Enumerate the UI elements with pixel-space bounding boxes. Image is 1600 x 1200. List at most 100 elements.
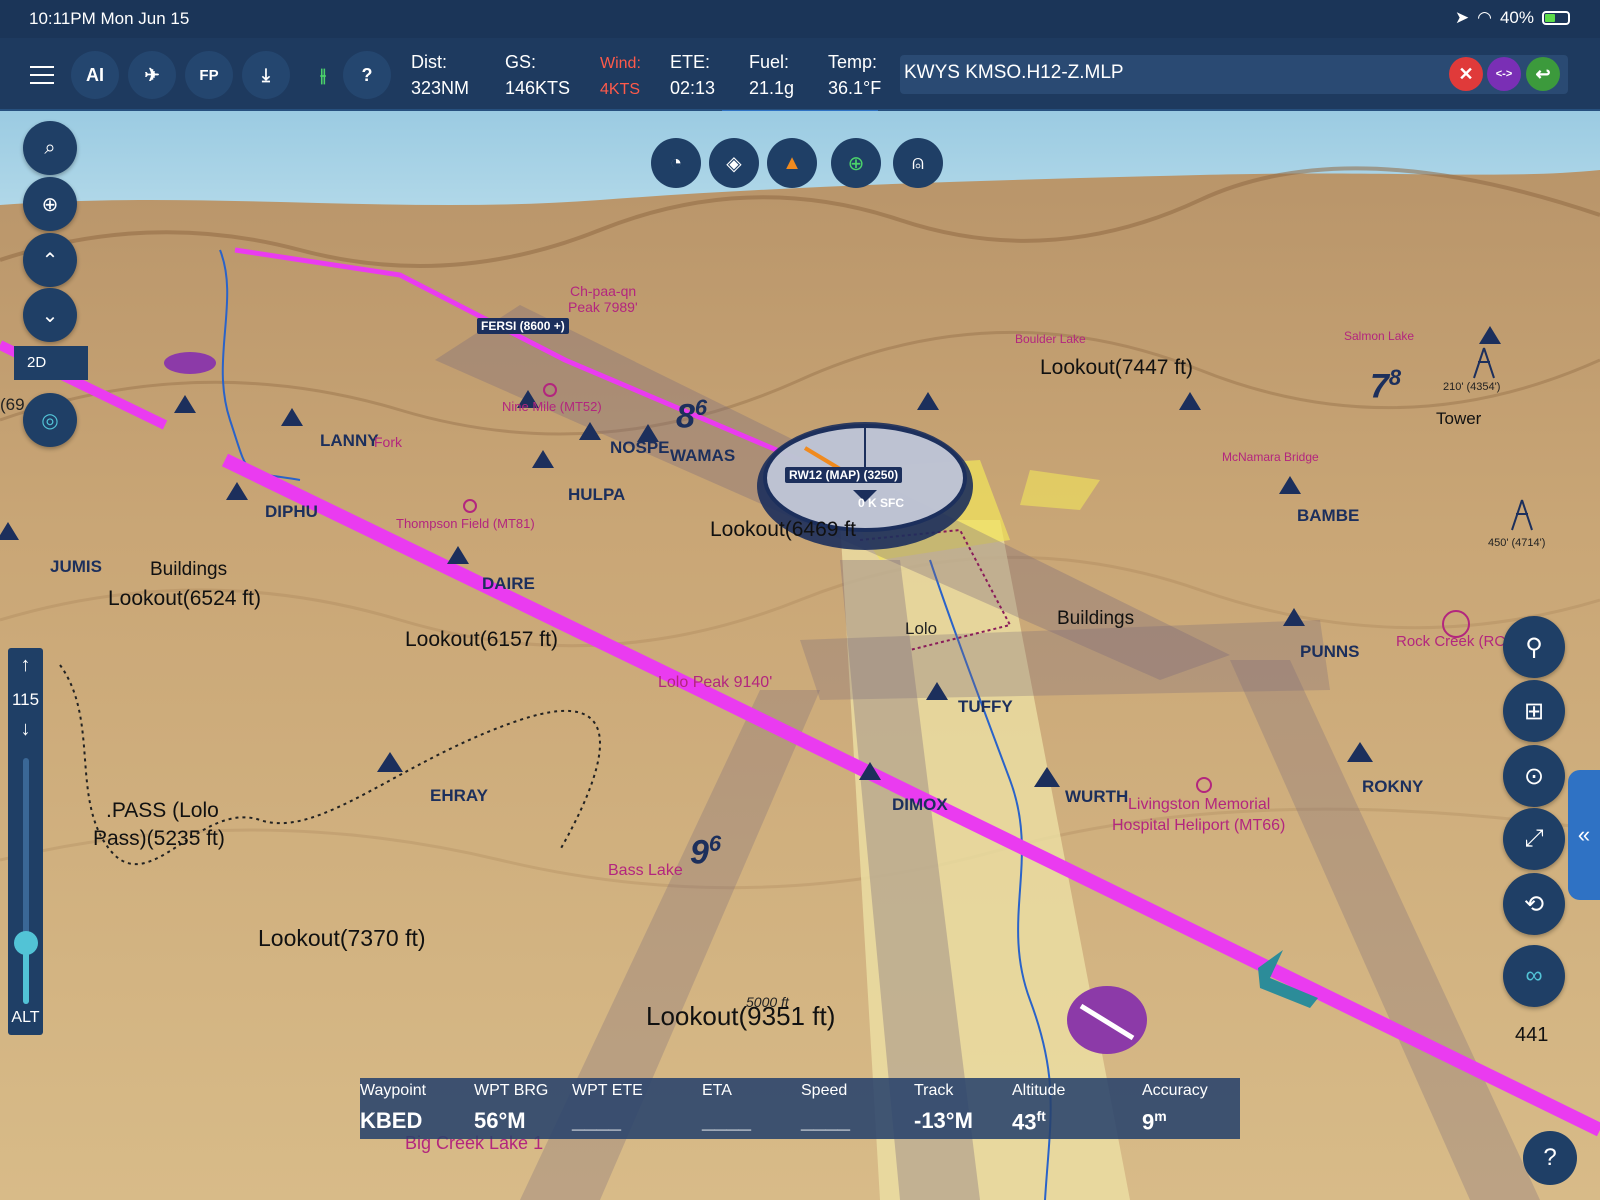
adsb-icon[interactable]: ⍝ xyxy=(893,138,943,188)
fix-jumis: JUMIS xyxy=(50,557,102,576)
fix-rokny: ROKNY xyxy=(1362,777,1424,796)
clear-route-icon[interactable]: ✕ xyxy=(1449,57,1483,91)
airplane-icon[interactable]: ✈ xyxy=(128,51,176,99)
arrow-down-icon[interactable]: ↓ xyxy=(8,718,43,741)
status-bar: 10:11PM Mon Jun 15 ➤ ◠ 40% xyxy=(0,0,1600,38)
altitude-track[interactable] xyxy=(23,758,29,1004)
center-target-icon[interactable]: ⊕ xyxy=(831,138,881,188)
info-wpt-brg: WPT BRG 56°M xyxy=(474,1082,549,1133)
label-rock-creek: Rock Creek (RC xyxy=(1396,633,1506,650)
view-mode-2d-button[interactable]: 2D xyxy=(14,346,88,380)
location-arrow-icon: ➤ xyxy=(1454,8,1470,27)
ete-stat: ETE: 02:13 xyxy=(670,49,715,101)
ete-label: ETE: xyxy=(670,52,711,72)
info-speed: Speed ____ xyxy=(801,1082,850,1133)
reverse-route-button[interactable]: <-> xyxy=(1487,57,1521,91)
fix-nospe: NOSPE xyxy=(610,438,670,457)
gs-value: 146KTS xyxy=(505,78,571,98)
map-pin-icon[interactable]: ⚲ xyxy=(1503,616,1565,678)
label-fork: Fork xyxy=(374,434,402,450)
info-track: Track -13°M xyxy=(914,1082,973,1133)
terrain xyxy=(0,170,1600,1200)
label-chpaa-2: Peak 7989' xyxy=(568,299,638,315)
track-up-icon[interactable]: ▲ xyxy=(767,138,817,188)
label-tower-210: 210' (4354') xyxy=(1443,381,1501,393)
help-button-icon[interactable]: ? xyxy=(1523,1131,1577,1185)
procedure-icon[interactable]: ⊞ xyxy=(1503,680,1565,742)
label-lookout-6524: Lookout(6524 ft) xyxy=(108,587,261,610)
route-text: KWYS KMSO.H12-Z.MLP xyxy=(904,62,1124,83)
menu-icon[interactable] xyxy=(30,66,54,90)
ete-value: 02:13 xyxy=(670,78,716,98)
info-accuracy: Accuracy 9m xyxy=(1142,1082,1208,1135)
layers-icon[interactable]: ◈ xyxy=(709,138,759,188)
ai-button[interactable]: AI xyxy=(71,51,119,99)
fix-hulpa: HULPA xyxy=(568,485,626,504)
mef-96: 96 xyxy=(690,831,722,872)
temp-value: 36.1°F xyxy=(828,78,882,98)
label-tower: Tower xyxy=(1436,409,1482,428)
label-mcnamara-bridge: McNamara Bridge xyxy=(1222,450,1319,464)
wind-value: 4KTS xyxy=(600,81,641,98)
label-thompson-field: Thompson Field (MT81) xyxy=(396,516,535,531)
battery-icon xyxy=(1542,11,1570,25)
arrow-up-icon[interactable]: ↑ xyxy=(8,654,43,677)
label-lookout-7370: Lookout(7370 ft) xyxy=(258,925,426,951)
dist-stat: Dist: 323NM xyxy=(411,49,469,101)
temp-label: Temp: xyxy=(828,52,878,72)
label-lookout-7447: Lookout(7447 ft) xyxy=(1040,356,1193,379)
help-icon[interactable]: ? xyxy=(343,51,391,99)
status-time: 10:11PM Mon Jun 15 xyxy=(29,9,190,28)
links-icon[interactable]: ∞ xyxy=(1503,945,1565,1007)
label-bass-lake: Bass Lake xyxy=(608,862,683,879)
tilt-down-icon[interactable]: ⌄ xyxy=(23,288,77,342)
enter-icon[interactable]: ↩ xyxy=(1526,57,1560,91)
measure-icon[interactable]: ⤢ xyxy=(1503,808,1565,870)
label-chpaa-1: Ch-paa-qn xyxy=(570,283,637,299)
battery-percent: 40% xyxy=(1499,8,1534,27)
fuel-label: Fuel: xyxy=(749,52,790,72)
label-buildings-2: Buildings xyxy=(1057,608,1135,629)
label-boulder-lake: Boulder Lake xyxy=(1015,332,1086,346)
fix-bambe: BAMBE xyxy=(1297,506,1360,525)
rotate-view-icon[interactable]: ◎ xyxy=(23,393,77,447)
direct-to-icon[interactable]: ⊙ xyxy=(1503,745,1565,807)
status-right: ➤ ◠ 40% xyxy=(1455,8,1570,28)
fp-button[interactable]: FP xyxy=(185,51,233,99)
rubberband-icon[interactable]: ⟲ xyxy=(1503,873,1565,935)
fix-wurth: WURTH xyxy=(1065,787,1129,806)
runway-icon[interactable]: ⫲ xyxy=(299,51,347,99)
label-lolo-pass-1: .PASS (Lolo xyxy=(106,799,219,822)
side-panel-tab[interactable]: « xyxy=(1568,770,1600,900)
tag-fersi: FERSI (8600 +) xyxy=(477,318,569,334)
speedometer-icon[interactable]: ◔ xyxy=(651,138,701,188)
mef-78: 78 xyxy=(1370,365,1402,406)
label-lolo: Lolo xyxy=(905,619,938,638)
label-lolo-pass-2: Pass)(5235 ft) xyxy=(93,827,225,850)
map-canvas xyxy=(0,111,1600,1200)
info-eta: ETA ____ xyxy=(702,1082,751,1133)
top-toolbar: AI ✈ FP ⤓ ⫲ ? Dist: 323NM GS: 146KTS Win… xyxy=(0,38,1600,111)
aircraft-marker-left xyxy=(164,352,216,374)
zoom-out-icon[interactable]: ⌕ xyxy=(23,121,77,175)
altitude-label: ALT xyxy=(11,1009,40,1026)
label-sfc: 0 K SFC xyxy=(858,496,905,510)
altitude-knob[interactable] xyxy=(14,930,38,955)
fuel-stat: Fuel: 21.1g xyxy=(749,49,794,101)
tag-rw12: RW12 (MAP) (3250) xyxy=(785,467,903,483)
zoom-in-icon[interactable]: ⊕ xyxy=(23,177,77,231)
label-livingston-1: Livingston Memorial xyxy=(1128,796,1271,813)
label-nine-mile: Nine Mile (MT52) xyxy=(502,399,602,414)
tilt-up-icon[interactable]: ⌃ xyxy=(23,233,77,287)
wind-label: Wind: xyxy=(600,55,641,72)
gs-label: GS: xyxy=(505,52,537,72)
label-left-69: (69 xyxy=(0,395,25,414)
info-altitude: Altitude 43ft xyxy=(1012,1082,1066,1135)
landing-icon[interactable]: ⤓ xyxy=(242,51,290,99)
map-view[interactable]: Lookout(7447 ft) Lookout(6469 ft Lookout… xyxy=(0,111,1600,1200)
fix-dimox: DIMOX xyxy=(892,795,948,814)
fix-diphu: DIPHU xyxy=(265,502,318,521)
fix-tuffy: TUFFY xyxy=(958,697,1013,716)
altitude-slider[interactable]: ↑ 115 ↓ ALT xyxy=(8,648,43,1035)
label-contour-5000: 5000 ft xyxy=(746,994,789,1010)
